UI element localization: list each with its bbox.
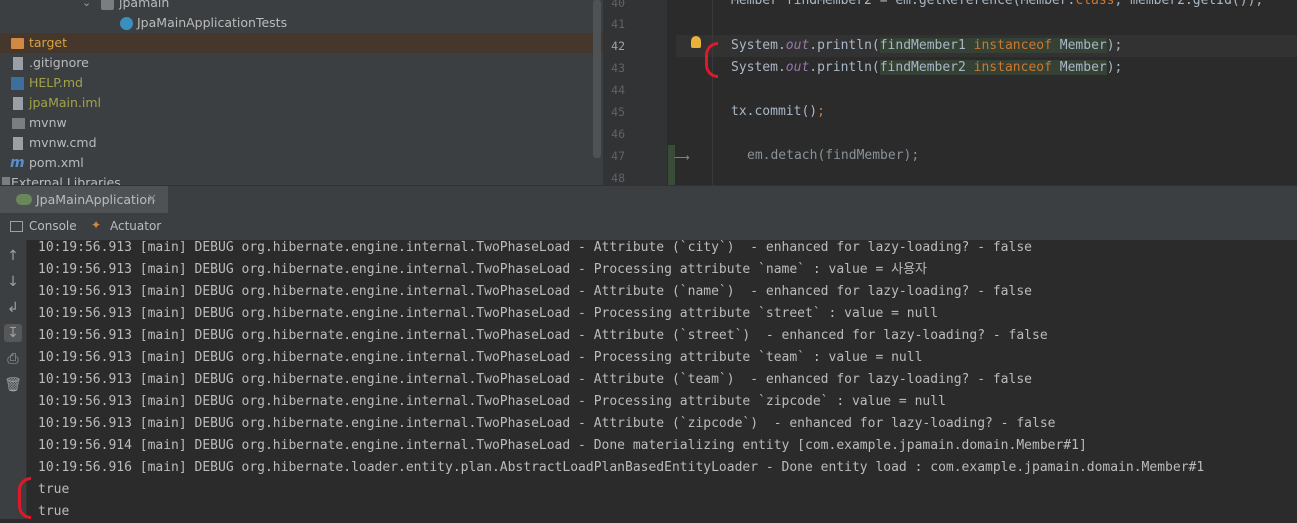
code-line-47: em.detach(findMember); <box>747 148 920 163</box>
folder-icon <box>11 38 24 49</box>
line-number: 47 <box>611 149 625 163</box>
tree-item-pom[interactable]: m pom.xml <box>0 153 603 173</box>
tree-item-test-class[interactable]: JpaMainApplicationTests <box>0 13 603 33</box>
tree-item-external-libraries[interactable]: External Libraries <box>0 173 603 185</box>
project-tree: ⌄ jpamain JpaMainApplicationTests target… <box>0 0 603 185</box>
tree-scrollbar[interactable] <box>593 0 601 158</box>
tree-item-gitignore[interactable]: .gitignore <box>0 53 603 73</box>
line-number: 48 <box>611 171 625 185</box>
line-number: 45 <box>611 105 625 119</box>
maven-icon: m <box>10 155 25 171</box>
tab-console[interactable]: Console <box>29 219 77 233</box>
console-icon <box>10 221 23 232</box>
run-tool-window-header: JpaMainApplication × <box>0 185 1297 216</box>
line-number: 40 <box>611 0 625 10</box>
console-line: 10:19:56.914 [main] DEBUG org.hibernate.… <box>38 438 1087 453</box>
tree-item-help-md[interactable]: HELP.md <box>0 73 603 93</box>
line-number: 46 <box>611 127 625 141</box>
indent-guide <box>712 0 713 185</box>
code-line-43: System.out.println(findMember2 instanceo… <box>731 60 1123 75</box>
tab-actuator[interactable]: Actuator <box>110 219 161 233</box>
console-line: 10:19:56.913 [main] DEBUG org.hibernate.… <box>38 372 1032 387</box>
markdown-icon <box>11 77 24 90</box>
console-line: 10:19:56.913 [main] DEBUG org.hibernate.… <box>38 328 1048 343</box>
console-line: 10:19:56.913 [main] DEBUG org.hibernate.… <box>38 394 946 409</box>
arrow-down-icon[interactable]: ↓ <box>4 273 22 291</box>
tab-run-configuration[interactable]: JpaMainApplication × <box>0 186 168 216</box>
libraries-icon <box>2 177 10 185</box>
actuator-icon: ✦ <box>91 218 102 232</box>
console-line: 10:19:56.913 [main] DEBUG org.hibernate.… <box>38 416 1056 431</box>
line-number: 41 <box>611 17 625 31</box>
line-number: 42 <box>611 39 625 53</box>
arrow-up-icon[interactable]: ↑ <box>4 247 22 265</box>
package-icon <box>101 0 114 10</box>
script-icon <box>12 118 25 129</box>
run-config-icon <box>16 194 32 205</box>
line-number: 44 <box>611 83 625 97</box>
trash-icon[interactable]: 🗑 <box>4 376 22 394</box>
console-line: 10:19:56.913 [main] DEBUG org.hibernate.… <box>38 262 927 277</box>
tree-item-mvnw[interactable]: mvnw <box>0 113 603 133</box>
close-icon[interactable]: × <box>147 191 157 205</box>
bookmark-icon[interactable]: ⟶ <box>674 151 690 164</box>
console-line-result: true <box>38 482 70 497</box>
console-line: 10:19:56.913 [main] DEBUG org.hibernate.… <box>38 284 1032 299</box>
code-line-42: System.out.println(findMember1 instanceo… <box>731 38 1123 53</box>
console-toolbar: ↑ ↓ ↲ ↧ ⎙ 🗑 <box>0 240 27 519</box>
tree-item-jpamain[interactable]: ⌄ jpamain <box>0 0 603 13</box>
tree-item-target[interactable]: target <box>0 33 603 53</box>
line-number: 43 <box>611 61 625 75</box>
tree-item-iml[interactable]: jpaMain.iml <box>0 93 603 113</box>
script-icon <box>13 137 23 150</box>
console-line: 10:19:56.913 [main] DEBUG org.hibernate.… <box>38 306 939 321</box>
console-line: 10:19:56.913 [main] DEBUG org.hibernate.… <box>38 350 923 365</box>
test-class-icon <box>120 17 133 30</box>
annotation-bracket-console <box>18 477 31 519</box>
lightbulb-icon[interactable] <box>691 36 701 48</box>
file-icon <box>13 57 23 70</box>
tree-item-mvnw-cmd[interactable]: mvnw.cmd <box>0 133 603 153</box>
console-line-result: true <box>38 504 70 519</box>
code-line-45: tx.commit(); <box>731 104 825 119</box>
code-line-40: Member findMember2 = em.getReference(Mem… <box>731 0 1264 8</box>
iml-icon <box>13 97 23 110</box>
scroll-to-end-icon[interactable]: ↧ <box>4 324 22 342</box>
chevron-down-icon[interactable]: ⌄ <box>82 0 95 10</box>
soft-wrap-icon[interactable]: ↲ <box>4 299 22 317</box>
console-line: 10:19:56.916 [main] DEBUG org.hibernate.… <box>38 460 1205 475</box>
print-icon[interactable]: ⎙ <box>4 350 22 368</box>
annotation-bracket-editor <box>705 42 718 78</box>
console-line: 10:19:56.913 [main] DEBUG org.hibernate.… <box>38 240 1032 255</box>
